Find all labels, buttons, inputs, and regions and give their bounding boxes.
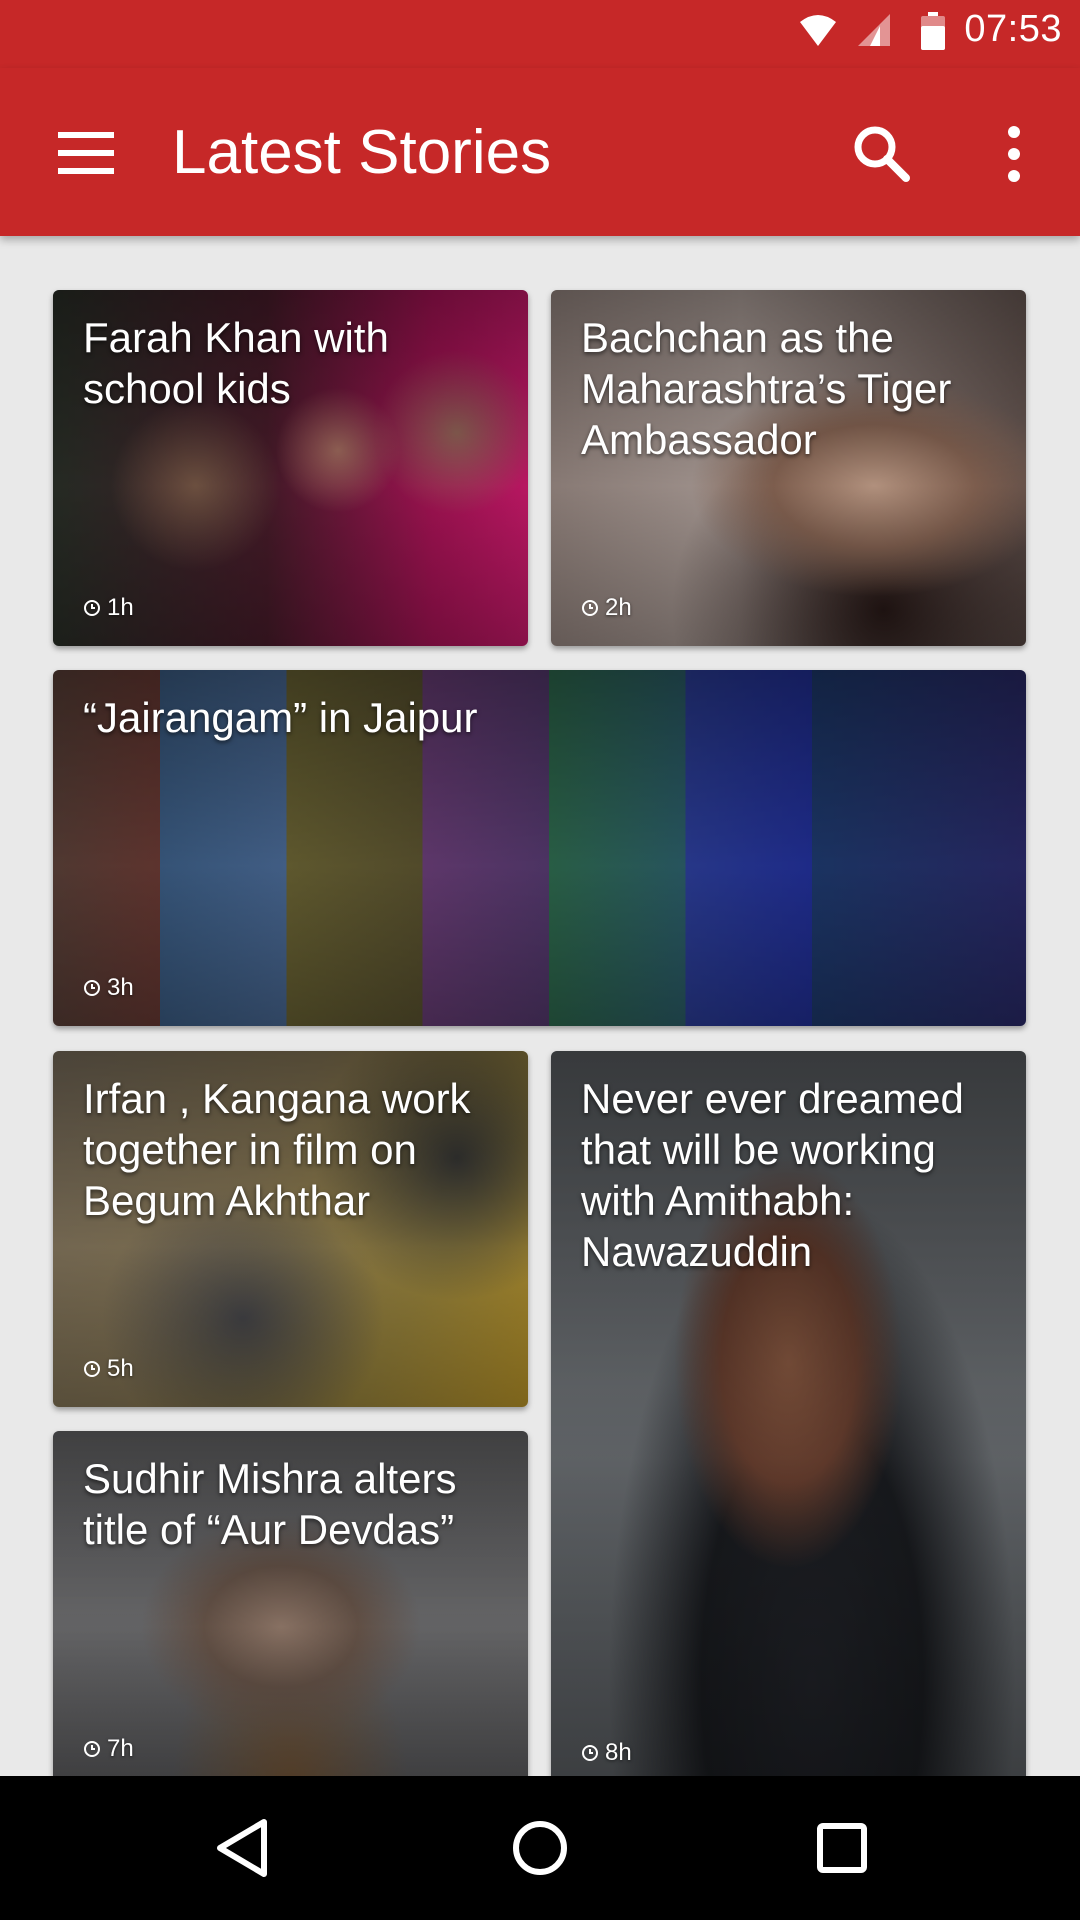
home-icon[interactable]	[508, 1816, 572, 1880]
search-icon[interactable]	[850, 122, 914, 186]
clock-icon	[582, 1745, 598, 1761]
story-card[interactable]: Sudhir Mishra alters title of “Aur Devda…	[53, 1431, 528, 1776]
clock-icon	[582, 600, 598, 616]
story-time: 3h	[83, 974, 134, 1002]
story-time: 5h	[83, 1355, 134, 1383]
navigation-bar	[0, 1776, 1080, 1920]
story-time-label: 5h	[107, 1355, 134, 1382]
page-title: Latest Stories	[172, 118, 552, 187]
clock-icon	[84, 980, 100, 996]
app-bar: Latest Stories	[0, 68, 1080, 236]
battery-icon	[921, 12, 945, 50]
story-time: 1h	[83, 594, 134, 622]
story-card[interactable]: Farah Khan with school kids 1h	[53, 290, 528, 646]
wifi-icon	[800, 15, 836, 46]
back-icon[interactable]	[212, 1816, 272, 1880]
story-time: 2h	[581, 594, 632, 622]
story-title: Sudhir Mishra alters title of “Aur Devda…	[83, 1455, 457, 1553]
story-time: 8h	[581, 1739, 632, 1767]
story-title: Farah Khan with school kids	[83, 314, 389, 412]
story-time-label: 3h	[107, 974, 134, 1001]
status-time: 07:53	[964, 8, 1062, 50]
clock-icon	[84, 1361, 100, 1377]
cell-signal-icon	[858, 14, 890, 46]
story-title: Bachchan as the Maharashtra’s Tiger Amba…	[581, 314, 952, 463]
story-card[interactable]: Never ever dreamed that will be working …	[551, 1051, 1026, 1776]
story-time-label: 8h	[605, 1739, 632, 1766]
story-grid: Farah Khan with school kids 1h Bachchan …	[0, 236, 1080, 1776]
story-title: “Jairangam” in Jaipur	[83, 694, 478, 741]
story-time-label: 2h	[605, 594, 632, 621]
clock-icon	[84, 1741, 100, 1757]
story-title: Never ever dreamed that will be working …	[581, 1075, 964, 1275]
more-vert-icon[interactable]	[998, 122, 1030, 186]
recents-icon[interactable]	[812, 1816, 872, 1880]
story-card[interactable]: Irfan , Kangana work together in film on…	[53, 1051, 528, 1407]
story-title: Irfan , Kangana work together in film on…	[83, 1075, 471, 1224]
story-card[interactable]: “Jairangam” in Jaipur 3h	[53, 670, 1026, 1026]
status-bar: 07:53	[0, 0, 1080, 68]
story-time: 7h	[83, 1735, 134, 1763]
menu-icon[interactable]	[58, 132, 114, 174]
story-card[interactable]: Bachchan as the Maharashtra’s Tiger Amba…	[551, 290, 1026, 646]
clock-icon	[84, 600, 100, 616]
story-time-label: 1h	[107, 594, 134, 621]
story-time-label: 7h	[107, 1735, 134, 1762]
